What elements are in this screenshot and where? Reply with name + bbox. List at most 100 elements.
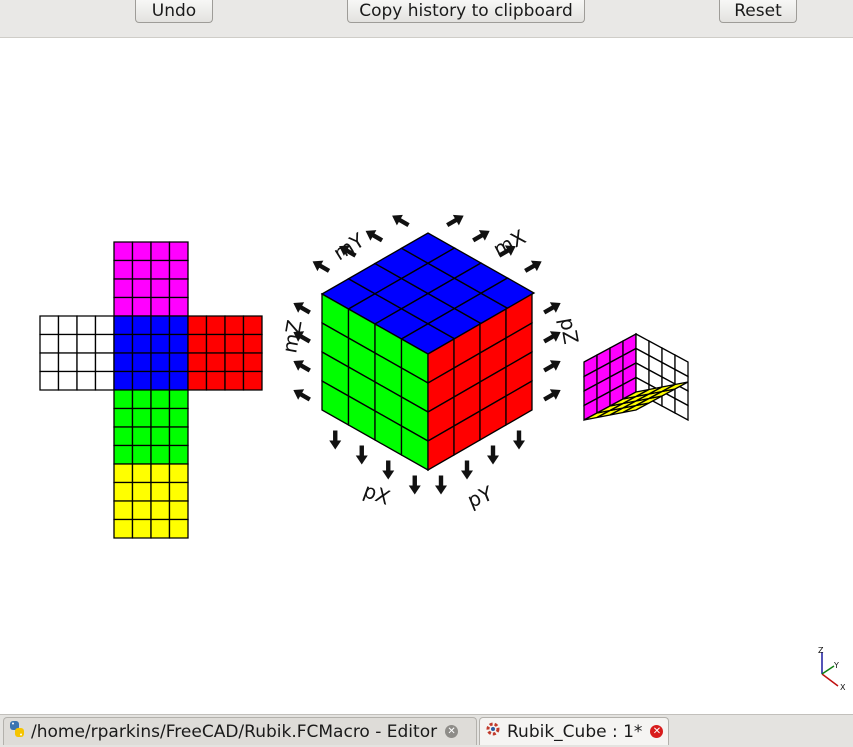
net-face-top-sticker [168,241,189,262]
net-face-left-sticker [39,370,60,391]
net-face-top-sticker [131,296,152,317]
net-face-bottom-sticker [131,518,152,539]
net-face-right-sticker [224,315,245,336]
net-face-top-sticker [168,278,189,299]
net-face-right [187,315,263,391]
net-face-bottom-sticker [168,463,189,484]
net-face-right-sticker [224,352,245,373]
net-face-front-sticker [131,333,152,354]
rotate-arrow-icon [487,445,499,465]
tab-rubik-cube[interactable]: Rubik_Cube : 1* ✕ [479,717,669,745]
net-face-left-sticker [76,352,97,373]
net-face-right-sticker [224,333,245,354]
net-face-left-sticker [94,352,115,373]
net-face-front-sticker [113,333,134,354]
net-face-top-sticker [168,259,189,280]
net-face-front-sticker [168,352,189,373]
rotate-arrow-icon [513,430,525,450]
reset-button[interactable]: Reset [719,0,797,23]
rotate-arrow-icon [435,475,447,495]
button-toolbar: Undo Copy history to clipboard Reset [0,0,853,38]
net-face-down-sticker [131,444,152,465]
net-face-front-sticker [168,370,189,391]
net-face-down-sticker [168,407,189,428]
rotate-arrow-icon [293,302,311,315]
net-face-front-sticker [150,370,171,391]
net-face-top-sticker [113,278,134,299]
rotate-arrow-icon [392,214,410,228]
net-face-bottom-sticker [150,518,171,539]
net-face-left-sticker [39,352,60,373]
net-face-left-sticker [39,333,60,354]
label-px: pX [360,478,393,510]
net-face-right-sticker [187,370,208,391]
net-face-left-sticker [76,333,97,354]
freecad-document-icon [484,720,502,743]
document-tab-bar: /home/rparkins/FreeCAD/Rubik.FCMacro - E… [0,714,853,747]
net-face-top-sticker [131,241,152,262]
rotate-arrow-icon [355,445,368,465]
net-face-bottom [113,463,189,539]
rubik-cube-scene[interactable]: mY mX mZ pZ pX pY Z Y X [0,38,853,714]
net-face-down-sticker [113,389,134,410]
rotate-arrow-icon [524,260,542,273]
net-face-down-sticker [131,389,152,410]
net-face-left-sticker [94,315,115,336]
rotate-arrow-icon [543,302,561,315]
net-face-down-sticker [168,389,189,410]
net-face-left [39,315,115,391]
axis-x-label: X [840,683,846,692]
net-face-down-sticker [113,407,134,428]
net-face-down-sticker [150,389,171,410]
net-face-front [113,315,189,391]
net-face-top-sticker [150,278,171,299]
net-face-front-sticker [113,315,134,336]
net-face-top-sticker [150,241,171,262]
net-face-top-sticker [131,278,152,299]
net-face-right-sticker [242,315,263,336]
net-face-right-sticker [224,370,245,391]
cube-net [39,241,263,539]
net-face-bottom-sticker [150,500,171,521]
net-face-left-sticker [57,315,78,336]
back-view-cube [583,332,689,422]
net-face-front-sticker [131,370,152,391]
net-face-front-sticker [131,315,152,336]
net-face-bottom-sticker [150,481,171,502]
3d-viewport[interactable]: mY mX mZ pZ pX pY Z Y X [0,38,853,714]
rotate-arrow-icon [543,389,561,402]
net-face-right-sticker [205,315,226,336]
net-face-right-sticker [187,333,208,354]
net-face-down-sticker [168,444,189,465]
rotate-arrow-icon [408,475,421,495]
net-face-top-sticker [113,296,134,317]
label-mx: mX [489,225,530,262]
close-icon[interactable]: ✕ [445,725,459,738]
label-pz: pZ [555,316,583,346]
net-face-left-sticker [94,333,115,354]
close-icon[interactable]: ✕ [650,725,664,738]
tab-macro-editor[interactable]: /home/rparkins/FreeCAD/Rubik.FCMacro - E… [3,717,477,745]
net-face-bottom-sticker [131,500,152,521]
net-face-bottom-sticker [131,481,152,502]
net-face-down-sticker [113,444,134,465]
net-face-front-sticker [168,315,189,336]
net-face-bottom-sticker [113,481,134,502]
net-face-front-sticker [113,370,134,391]
net-face-top-sticker [150,259,171,280]
net-face-down-sticker [150,426,171,447]
rotate-arrow-icon [293,360,311,373]
axis-z-label: Z [818,646,824,655]
net-face-bottom-sticker [168,500,189,521]
net-face-top-sticker [168,296,189,317]
mini-face-back-right [635,332,689,422]
copy-history-button[interactable]: Copy history to clipboard [347,0,585,23]
net-face-down [113,389,189,465]
label-py: pY [464,481,497,513]
net-face-left-sticker [57,352,78,373]
rotate-arrow-icon [543,360,561,373]
rotate-arrow-icon [365,230,384,243]
undo-button[interactable]: Undo [135,0,213,23]
net-face-left-sticker [57,370,78,391]
net-face-bottom-sticker [131,463,152,484]
